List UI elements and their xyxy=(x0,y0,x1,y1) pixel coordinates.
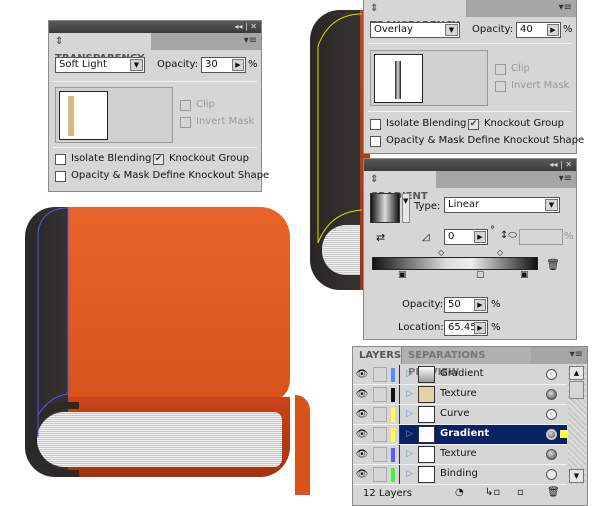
angle-icon: ◿ xyxy=(422,232,430,243)
expand-icon[interactable]: ▷ xyxy=(406,449,413,459)
eye-icon[interactable]: 👁 xyxy=(355,387,369,402)
layers-scrollbar[interactable]: ▲ ▼ xyxy=(568,365,586,485)
mask-thumbnail-area xyxy=(370,50,488,106)
layer-row[interactable]: 👁 ▷ Texture xyxy=(353,385,567,405)
blend-mode-select[interactable]: Soft Light ▼ xyxy=(55,57,145,73)
locate-object-icon[interactable]: ◔ xyxy=(455,487,464,498)
trash-icon[interactable]: 🗑 xyxy=(546,258,560,271)
midpoint-marker[interactable]: ◇ xyxy=(438,248,444,257)
arrow-right-icon[interactable]: ▶ xyxy=(474,231,486,243)
panel-menu-icon[interactable]: ▾≡ xyxy=(559,173,572,184)
layer-row[interactable]: 👁 ▷ Texture xyxy=(353,445,567,465)
delete-layer-icon[interactable]: 🗑 xyxy=(547,487,560,498)
reverse-gradient-icon[interactable]: ⇄ xyxy=(376,231,385,244)
target-icon[interactable] xyxy=(546,429,557,440)
transparency-panel-2: ⇕ TRANSPARENCY ▾≡ Overlay▼ Opacity: 40▶ … xyxy=(363,0,584,154)
invert-mask-checkbox[interactable] xyxy=(495,81,506,92)
midpoint-marker[interactable]: ◇ xyxy=(497,248,503,257)
gradient-type-select[interactable]: Linear ▼ xyxy=(444,197,560,213)
gradient-swatch-dropdown[interactable]: ▼ xyxy=(402,193,410,223)
color-stop[interactable]: ▣ xyxy=(520,270,529,280)
expand-icon[interactable]: ▷ xyxy=(406,409,413,419)
knockout-group-checkbox[interactable]: ✔ xyxy=(468,119,479,130)
expand-icon[interactable]: ▷ xyxy=(406,429,413,439)
panel-titlebar[interactable]: ◂◂ | ✕ xyxy=(364,159,576,171)
expand-icon[interactable]: ▷ xyxy=(406,469,413,479)
layer-row[interactable]: 👁 ▷ Curve xyxy=(353,405,567,425)
opacity-mask-knockout-checkbox[interactable] xyxy=(370,136,381,147)
expand-icon[interactable]: ▷ xyxy=(406,369,413,379)
selection-path-blue xyxy=(37,207,69,437)
color-stop-selected[interactable]: ▢ xyxy=(476,270,485,280)
layers-panel: LAYERS SEPARATIONS PREVIEW ▾≡ 👁▷Gradient… xyxy=(352,346,588,506)
blend-mode-select[interactable]: Overlay ▼ xyxy=(370,22,460,38)
panel-menu-icon[interactable]: ▾≡ xyxy=(559,2,572,13)
object-thumbnail[interactable] xyxy=(374,54,423,103)
mask-thumbnail-area xyxy=(55,87,173,143)
arrow-right-icon[interactable]: ▶ xyxy=(547,24,559,36)
opacity-input[interactable]: 30 ▶ xyxy=(201,57,246,73)
new-layer-icon[interactable]: ▫ xyxy=(517,487,524,498)
selection-path-yellow xyxy=(317,13,363,244)
scroll-down-button[interactable]: ▼ xyxy=(569,469,584,483)
invert-mask-checkbox[interactable] xyxy=(180,117,191,128)
panel-menu-icon[interactable]: ▾≡ xyxy=(244,35,257,46)
eye-icon[interactable]: 👁 xyxy=(355,427,369,442)
chevron-down-icon: ▼ xyxy=(445,24,458,36)
color-stop[interactable]: ▣ xyxy=(398,270,407,280)
tab-gradient[interactable]: ⇕ GRADIENT xyxy=(364,171,436,202)
clip-checkbox[interactable] xyxy=(180,100,191,111)
scroll-up-button[interactable]: ▲ xyxy=(569,366,584,380)
tab-transparency[interactable]: ⇕ TRANSPARENCY xyxy=(49,33,151,64)
tab-transparency[interactable]: ⇕ TRANSPARENCY xyxy=(364,0,466,31)
panel-titlebar[interactable]: ◂◂ | ✕ xyxy=(49,21,261,33)
book-cover xyxy=(68,207,290,402)
target-icon[interactable] xyxy=(546,409,557,420)
knockout-group-checkbox[interactable]: ✔ xyxy=(153,154,164,165)
clip-checkbox[interactable] xyxy=(495,64,506,75)
transparency-panel: ◂◂ | ✕ ⇕ TRANSPARENCY ▾≡ Soft Light▼ Opa… xyxy=(48,20,269,192)
scroll-thumb[interactable] xyxy=(569,381,584,399)
tab-layers[interactable]: LAYERS xyxy=(353,347,401,364)
selection-indicator xyxy=(560,430,568,438)
eye-icon[interactable]: 👁 xyxy=(355,367,369,382)
stop-opacity-input[interactable]: 50 ▶ xyxy=(444,297,488,313)
aspect-ratio-input[interactable] xyxy=(519,229,563,245)
aspect-ratio-icon: ↕⬭ xyxy=(500,230,517,241)
object-thumbnail[interactable] xyxy=(59,91,108,140)
expand-icon[interactable]: ▷ xyxy=(406,389,413,399)
layers-list: 👁 ▷ Gradient 👁 ▷ Texture 👁 ▷ Curve 👁 ▷ Gradient … xyxy=(353,365,568,485)
arrow-right-icon[interactable]: ▶ xyxy=(474,322,486,334)
make-clipping-mask-icon[interactable]: ↳▫ xyxy=(485,487,500,498)
layer-row[interactable]: 👁 ▷ Gradient xyxy=(353,365,567,385)
eye-icon[interactable]: 👁 xyxy=(355,467,369,482)
gradient-swatch[interactable] xyxy=(370,193,400,223)
opacity-label: Opacity: xyxy=(157,59,199,70)
eye-icon[interactable]: 👁 xyxy=(355,447,369,462)
target-icon[interactable] xyxy=(546,389,557,400)
target-icon[interactable] xyxy=(546,369,557,380)
isolate-blending-checkbox[interactable] xyxy=(370,119,381,130)
layer-row[interactable]: 👁 ▷ Binding xyxy=(353,465,567,485)
opacity-input[interactable]: 40 ▶ xyxy=(516,22,561,38)
opacity-mask-knockout-checkbox[interactable] xyxy=(55,171,66,182)
arrow-right-icon[interactable]: ▶ xyxy=(474,299,486,311)
gradient-slider[interactable] xyxy=(372,257,538,270)
panel-menu-icon[interactable]: ▾≡ xyxy=(570,349,583,360)
eye-icon[interactable]: 👁 xyxy=(355,407,369,422)
angle-input[interactable]: 0 ▶ xyxy=(444,229,488,245)
tab-separations-preview[interactable]: SEPARATIONS PREVIEW xyxy=(401,347,531,378)
stop-location-input[interactable]: 65.45 ▶ xyxy=(444,320,488,336)
chevron-down-icon: ▼ xyxy=(130,59,143,71)
arrow-right-icon[interactable]: ▶ xyxy=(232,59,244,71)
texture-preview xyxy=(68,96,74,136)
target-icon[interactable] xyxy=(546,469,557,480)
gradient-panel: ◂◂ | ✕ ⇕ GRADIENT ▾≡ ▼ Type: Linear▼ ⇄ ◿… xyxy=(363,158,577,340)
isolate-blending-checkbox[interactable] xyxy=(55,154,66,165)
chevron-down-icon: ▼ xyxy=(545,199,558,211)
layer-row-selected[interactable]: 👁 ▷ Gradient xyxy=(353,425,568,445)
target-icon[interactable] xyxy=(546,449,557,460)
layer-count: 12 Layers xyxy=(363,488,412,499)
